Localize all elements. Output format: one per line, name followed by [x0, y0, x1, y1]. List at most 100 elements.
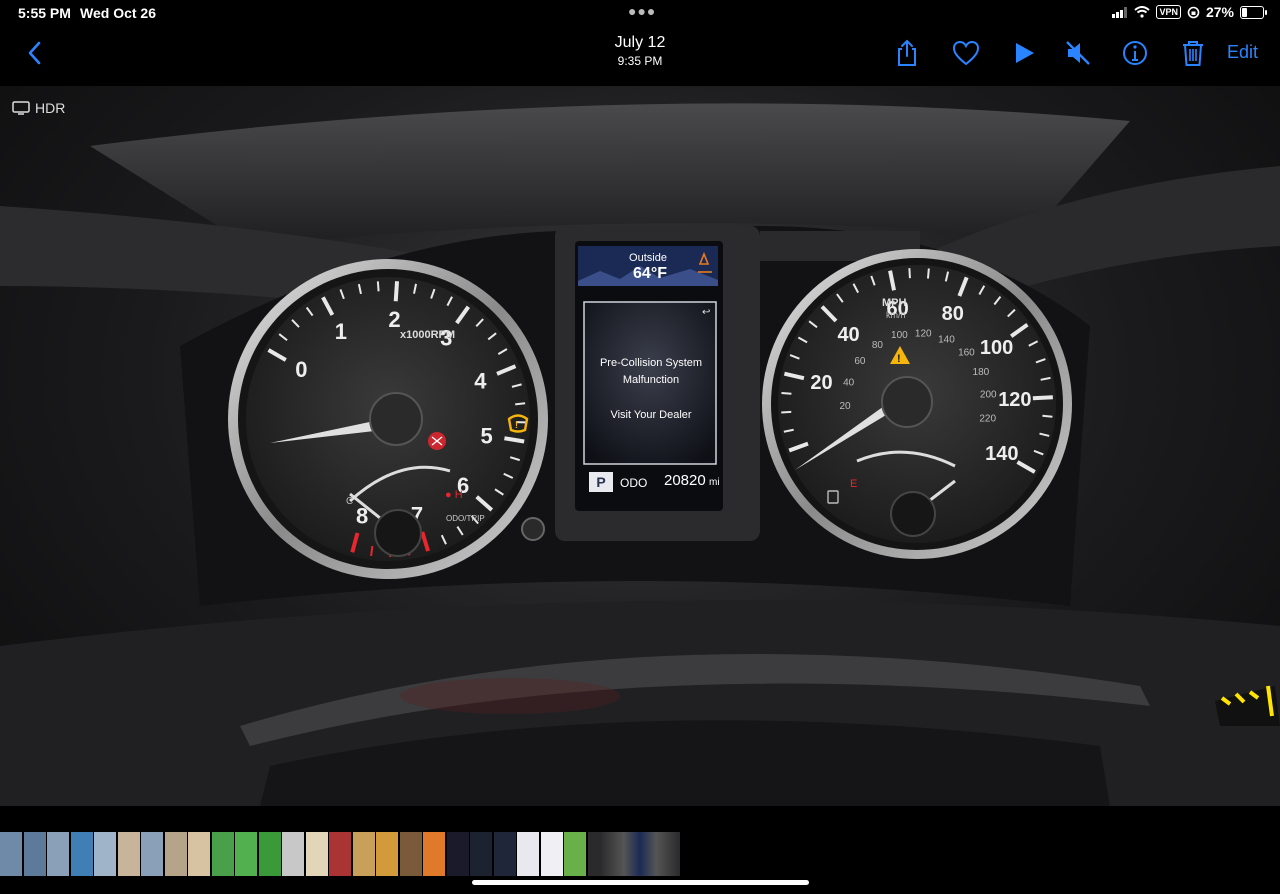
svg-text:E: E: [850, 478, 857, 490]
thumbnail[interactable]: [329, 832, 351, 876]
thumbnail[interactable]: [94, 832, 116, 876]
center-display: Outside 64°F ↩ Pre-Collision System Malf…: [555, 226, 760, 541]
tach-number: 4: [474, 369, 487, 394]
back-chevron-icon[interactable]: [20, 38, 50, 68]
thumbnail-selected[interactable]: [600, 832, 680, 876]
odo-label: ODO: [620, 476, 647, 490]
thumbnail[interactable]: [540, 832, 563, 876]
battery-percent: 27%: [1205, 4, 1234, 20]
thumbnail[interactable]: [446, 832, 469, 876]
tach-unit: x1000RPM: [400, 329, 455, 341]
status-right: VPN 27%: [1112, 4, 1267, 20]
mph-number: 140: [985, 443, 1018, 465]
mph-label: MPH: [882, 297, 907, 309]
thumbnail[interactable]: [164, 832, 187, 876]
thumbnail[interactable]: [188, 832, 210, 876]
tach-number: 1: [335, 319, 347, 344]
battery-icon: [1240, 5, 1267, 19]
outside-label: Outside: [629, 252, 667, 264]
thumbnail[interactable]: [235, 832, 257, 876]
message-line-2: Malfunction: [623, 374, 679, 386]
speed-tick: [1032, 395, 1053, 401]
svg-text:!: !: [897, 353, 901, 365]
svg-text:C: C: [346, 496, 353, 507]
play-icon[interactable]: [1009, 38, 1039, 68]
photo-viewer[interactable]: 012345678 x1000RPM ● H C ODO/TRIP ! Outs…: [0, 86, 1280, 806]
outside-temp: 64°F: [633, 265, 667, 282]
thumbnail[interactable]: [493, 832, 516, 876]
airbag-warning-icon: [428, 432, 446, 450]
multitasking-dots[interactable]: ●●●: [628, 3, 656, 19]
thumbnail[interactable]: [305, 832, 328, 876]
signal-icon: [1112, 6, 1128, 18]
favorite-heart-icon[interactable]: [951, 38, 981, 68]
nav-bar: July 12 9:35 PM Edit: [0, 26, 1280, 82]
thumbnail[interactable]: [47, 832, 69, 876]
temp-hub: [374, 509, 422, 557]
hdr-label: HDR: [35, 100, 66, 116]
speed-hub: [881, 376, 933, 428]
trash-icon[interactable]: [1178, 38, 1208, 68]
tach-tick: [515, 402, 526, 406]
tach-tick: [370, 545, 374, 557]
tach-number: 2: [388, 307, 400, 332]
kmh-number: 100: [891, 330, 908, 341]
thumbnail[interactable]: [0, 832, 22, 876]
speed-tick: [781, 391, 792, 395]
display-icon: [12, 101, 30, 115]
kmh-number: 220: [979, 414, 996, 425]
info-icon[interactable]: [1120, 38, 1150, 68]
thumbnail[interactable]: [282, 832, 304, 876]
hdr-badge: HDR: [12, 100, 65, 116]
thumbnail[interactable]: [70, 832, 93, 876]
thumbnail[interactable]: [423, 832, 445, 876]
kmh-number: 140: [938, 334, 955, 345]
svg-text:!: !: [515, 420, 518, 430]
kmh-number: 40: [843, 377, 855, 388]
kmh-number: 20: [839, 401, 851, 412]
tach-hub: [369, 392, 423, 446]
kmh-label: km/h: [886, 310, 906, 320]
kmh-number: 60: [854, 356, 866, 367]
mph-number: 120: [998, 389, 1031, 411]
speed-tick: [926, 268, 930, 279]
dashboard-photo: 01 2345678 x1000RPM ● H C ODO/TRIP ! Out…: [0, 103, 1280, 806]
speed-tick: [908, 268, 911, 279]
mute-speaker-icon[interactable]: [1063, 38, 1093, 68]
edit-button[interactable]: Edit: [1227, 42, 1258, 63]
status-bar: 5:55 PM Wed Oct 26 ●●● VPN 27%: [0, 0, 1280, 26]
photo-time: 9:35 PM: [617, 54, 663, 68]
thumbnail[interactable]: [376, 832, 398, 876]
odo-unit: mi: [709, 477, 720, 488]
vpn-badge: VPN: [1156, 5, 1181, 19]
home-indicator[interactable]: [472, 880, 809, 885]
kmh-number: 120: [915, 328, 932, 339]
mph-number: 100: [980, 337, 1013, 359]
mph-number: 40: [837, 324, 859, 346]
thumbnail[interactable]: [141, 832, 163, 876]
tach-tick: [393, 281, 400, 302]
thumbnail[interactable]: [399, 832, 422, 876]
thumbnail[interactable]: [470, 832, 492, 876]
share-icon[interactable]: [892, 38, 922, 68]
thumbnail[interactable]: [352, 832, 375, 876]
trip-knob: [521, 517, 545, 541]
svg-text:↩: ↩: [702, 307, 710, 318]
wifi-icon: [1134, 6, 1151, 18]
thumbnail[interactable]: [23, 832, 46, 876]
thumbnail[interactable]: [517, 832, 539, 876]
gear-letter: P: [596, 474, 605, 490]
tach-tick: [376, 281, 380, 292]
rotation-lock-icon: [1187, 6, 1200, 18]
status-time: 5:55 PM: [18, 5, 71, 21]
thumbnail[interactable]: [211, 832, 234, 876]
tachometer: 01 2345678 x1000RPM ● H C ODO/TRIP !: [228, 259, 548, 579]
tach-number: 5: [481, 423, 493, 448]
thumbnail[interactable]: [258, 832, 281, 876]
thumbnail[interactable]: [564, 832, 586, 876]
thumbnail[interactable]: [117, 832, 140, 876]
message-line-3: Visit Your Dealer: [610, 409, 691, 421]
kmh-number: 200: [980, 390, 997, 401]
speed-tick: [1042, 414, 1053, 418]
thumbnail-strip[interactable]: [0, 830, 1280, 878]
